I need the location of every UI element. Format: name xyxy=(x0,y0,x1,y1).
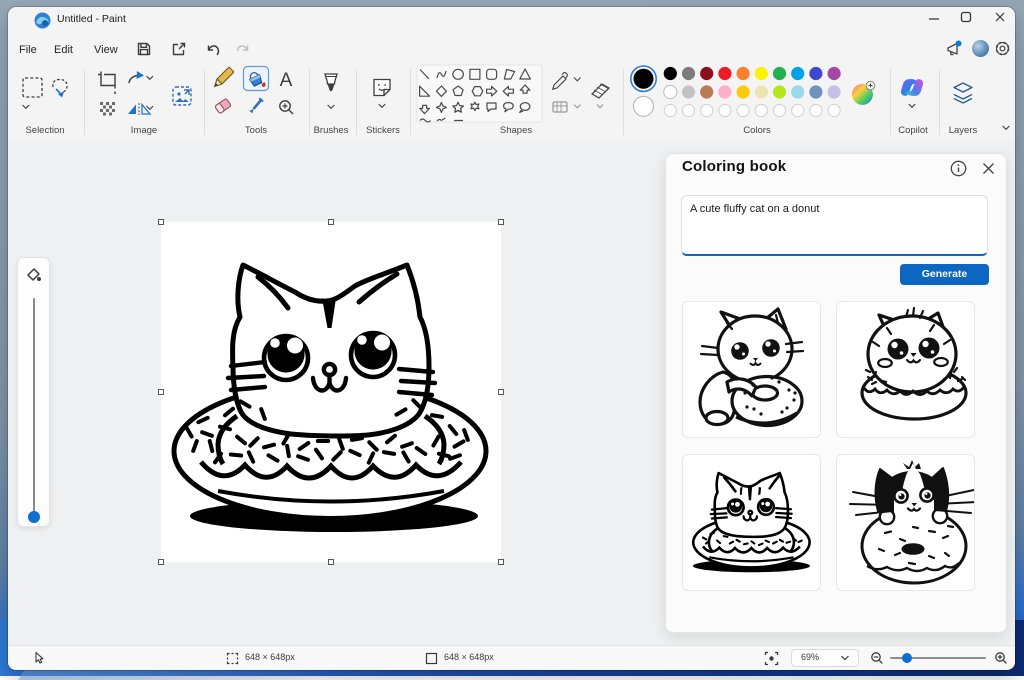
svg-text:A: A xyxy=(280,70,293,91)
